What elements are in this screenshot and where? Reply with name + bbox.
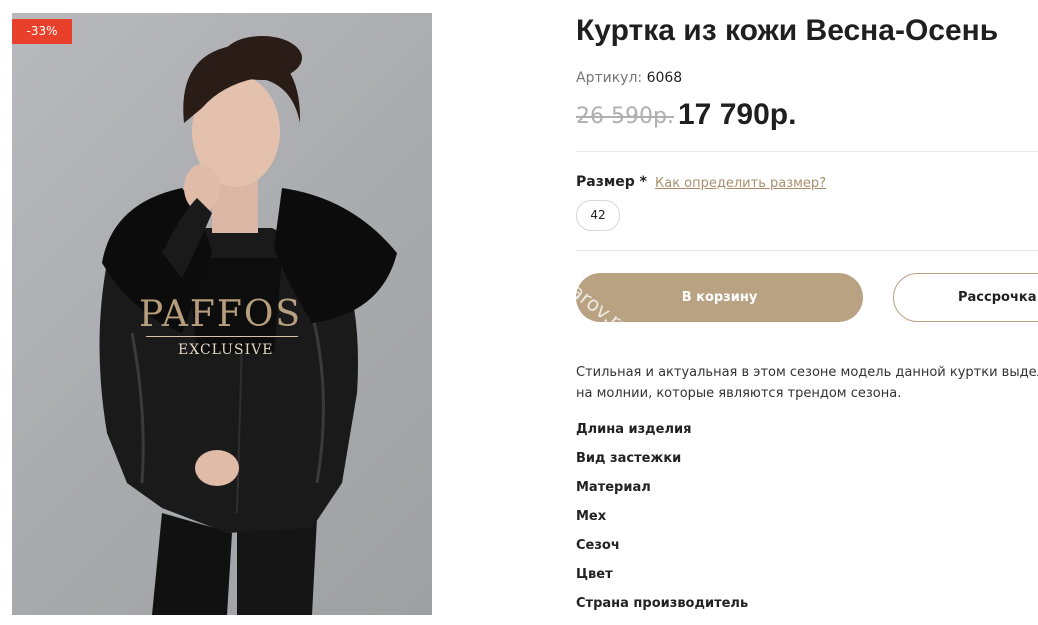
spec-fastener: Вид застежки [576,451,682,466]
current-price: 17 790р. [678,98,797,131]
watermark-brand: PAFFOS [139,294,303,335]
watermark-divider [146,336,298,337]
divider [576,250,1038,251]
installment-button[interactable]: Рассрочка н [893,273,1038,322]
divider [576,151,1038,152]
add-to-cart-button[interactable]: arov.ru В корзину [576,273,863,322]
spec-list: Длина изделия Вид застежки Материал Мех … [576,422,748,625]
spec-material: Материал [576,480,651,495]
size-label: Размер * [576,174,647,190]
spec-length: Длина изделия [576,422,692,437]
sku-label: Артикул: [576,70,643,86]
product-description: Стильная и актуальная в этом сезоне моде… [576,362,1038,404]
description-line: на молнии, которые являются трендом сезо… [576,386,902,401]
product-title: Куртка из кожи Весна-Осень [576,14,999,47]
discount-badge: -33% [12,19,72,44]
watermark-subtitle: EXCLUSIVE [178,342,274,358]
add-to-cart-label: В корзину [681,290,758,305]
size-guide-link[interactable]: Как определить размер? [655,176,826,191]
size-option[interactable]: 42 [576,200,620,231]
spec-fur: Мех [576,509,607,524]
spec-country: Страна производитель [576,596,749,611]
old-price: 26 590р. [576,104,674,129]
description-line: Стильная и актуальная в этом сезоне моде… [576,365,1038,380]
sku-value: 6068 [646,70,683,86]
button-watermark: arov.ru [576,278,636,322]
spec-color: Цвет [576,567,613,582]
product-sku: Артикул: 6068 [576,70,682,86]
spec-season: Сезоч [576,538,620,553]
